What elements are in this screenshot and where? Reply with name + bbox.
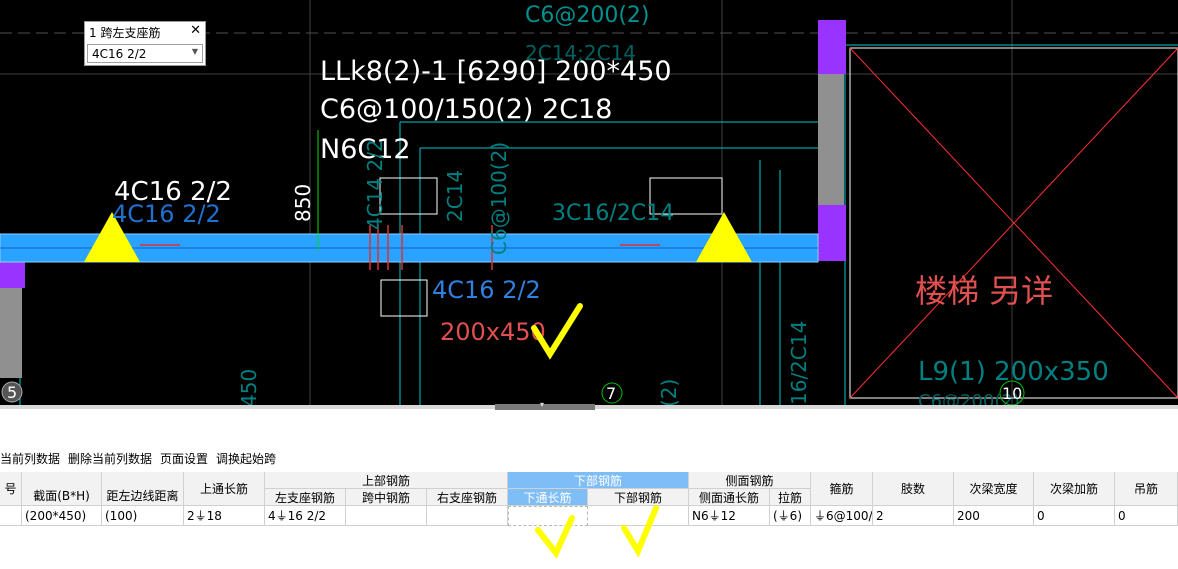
bottom-left-vert-label: 450 [237,369,261,407]
splitter-grip[interactable]: ▾ [495,400,595,410]
header-stirrup: 箍筋 [811,472,873,506]
cell-sec-beam-add[interactable]: 0 [1034,506,1115,526]
header-top-through: 上通长筋 [184,472,265,506]
grey-column-left [0,288,22,378]
bottom-bar-label: 4C16 2/2 [432,276,541,304]
beam-label-line2[interactable]: C6@100/150(2) 2C18 [320,94,612,125]
header-bottom-through: 下通长筋 [508,489,588,506]
right-span-label: 3C16/2C14 [552,201,674,226]
row-index-cell[interactable] [0,506,22,526]
bottom-mid-vert-label: (2) [657,379,681,407]
cell-right-support[interactable] [427,506,508,526]
dim-850-label: 850 [291,184,315,222]
header-sec-beam-add: 次梁加筋 [1034,472,1115,506]
rebar-input-popup[interactable]: 1 跨左支座筋 ✕ 4C16 2/2 ▼ [84,21,206,66]
chevron-down-icon[interactable]: ▼ [192,47,198,56]
header-hanger: 吊筋 [1115,472,1178,506]
toolbar-delete-column-data[interactable]: 删除当前列数据 [68,450,152,467]
toolbar-current-column-data[interactable]: 当前列数据 [0,450,60,467]
toolbar-swap-start-span[interactable]: 调换起始跨 [216,450,276,467]
popup-value: 4C16 2/2 [92,46,147,61]
header-left-support: 左支座钢筋 [265,489,346,506]
table-toolbar: 当前列数据 删除当前列数据 页面设置 调换起始跨 [0,444,1178,472]
cell-top-through[interactable]: 2⏚18 [184,506,265,526]
stair-label: 楼梯 另详 [915,272,1053,310]
size-label: 200x450 [440,318,546,346]
support-left-label-blue: 4C16 2/2 [112,200,221,228]
cell-stirrup[interactable]: ⏚6@100/ [811,506,873,526]
top-faint-label2: 2C14;2C14 [525,41,636,65]
top-faint-label: C6@200(2) [525,3,650,28]
header-bottom-group: 下部钢筋 [508,472,689,489]
close-icon[interactable]: ✕ [190,23,201,38]
l9-label: L9(1) 200x350 [918,357,1109,387]
header-legs: 肢数 [873,472,954,506]
chevron-down-icon: ▾ [540,400,545,409]
grey-column [818,74,844,205]
popup-header: 1 跨左支座筋 ✕ [85,22,205,42]
axis-7-label: 7 [606,384,616,403]
vert-4c14-label: 4C14 2/2 [363,139,387,230]
header-top-group: 上部钢筋 [265,472,508,489]
cell-bottom-through[interactable] [508,506,588,526]
header-section: 截面(B*H) [22,472,102,506]
cell-distance[interactable]: (100) [102,506,184,526]
header-tie: 拉筋 [770,489,811,506]
right-vert-label: 16/2C14 [787,321,811,405]
header-mid-span: 跨中钢筋 [346,489,427,506]
header-right-support: 右支座钢筋 [427,489,508,506]
axis-5-label: 5 [7,383,17,402]
popup-title: 1 跨左支座筋 [89,25,161,40]
cell-bottom-bars[interactable] [588,506,689,526]
header-index: 号 [0,472,22,506]
cell-side-through[interactable]: N6⏚12 [689,506,770,526]
cell-legs[interactable]: 2 [873,506,954,526]
header-sec-beam-width: 次梁宽度 [954,472,1034,506]
cad-canvas[interactable]: LLk8(2)-1 [6290] 200*450 C6@100/150(2) 2… [0,0,1178,407]
vert-c6-label: C6@100(2) [487,142,511,255]
cell-sec-beam-width[interactable]: 200 [954,506,1034,526]
cell-left-support[interactable]: 4⏚16 2/2 [265,506,346,526]
cell-tie[interactable]: (⏚6) [770,506,811,526]
cell-mid-span[interactable] [346,506,427,526]
popup-value-input[interactable]: 4C16 2/2 ▼ [87,44,203,63]
stair-box [849,47,1178,399]
header-side-group: 侧面钢筋 [689,472,811,489]
header-bottom-bars: 下部钢筋 [588,489,689,506]
header-side-through: 侧面通长筋 [689,489,770,506]
cell-hanger[interactable]: 0 [1115,506,1178,526]
vert-2c14-label: 2C14 [443,170,467,222]
toolbar-page-setup[interactable]: 页面设置 [160,450,208,467]
header-distance: 距左边线距离 [102,472,184,506]
cell-section[interactable]: (200*450) [22,506,102,526]
axis-10-label: 10 [1002,384,1022,403]
